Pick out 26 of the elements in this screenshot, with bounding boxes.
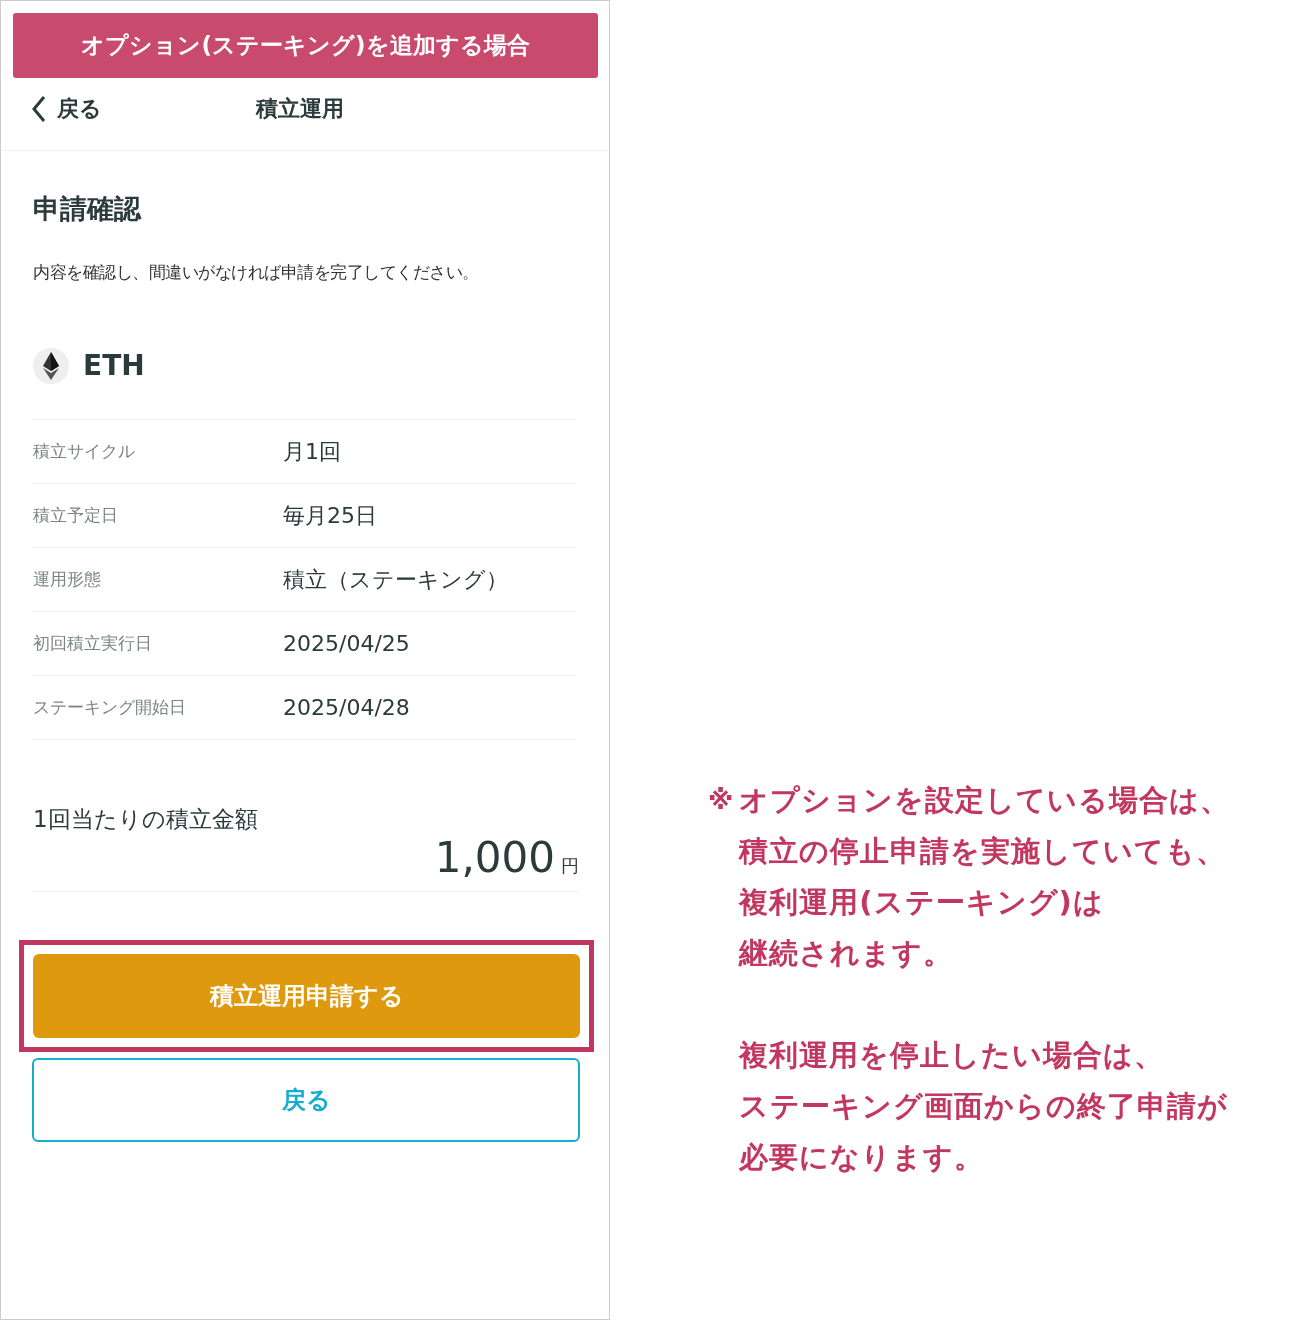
detail-label: 運用形態 — [33, 567, 102, 591]
amount-label: 1回当たりの積立金額 — [33, 805, 259, 834]
page-title: 積立運用 — [256, 95, 344, 123]
note-mark: ※ — [708, 784, 734, 817]
detail-value: 毎月25日 — [283, 502, 377, 530]
amount-unit: 円 — [561, 853, 579, 878]
detail-value: 積立（ステーキング） — [283, 566, 508, 594]
detail-label: 積立サイクル — [33, 439, 136, 463]
detail-label: 初回積立実行日 — [33, 631, 153, 655]
section-heading: 申請確認 — [33, 192, 143, 226]
note-text: 複利運用を停止したい場合は、 ステーキング画面からの終了申請が 必要になります。 — [739, 1037, 1230, 1176]
back-button[interactable]: 戻る — [32, 1057, 580, 1142]
detail-value: 2025/04/28 — [283, 694, 410, 722]
description: 内容を確認し、間違いがなければ申請を完了してください。 — [33, 260, 480, 284]
ethereum-icon — [33, 347, 69, 385]
back-button[interactable]: 戻る — [31, 92, 102, 125]
banner: オプション(ステーキング)を追加する場合 — [13, 13, 598, 78]
detail-label: ステーキング開始日 — [33, 695, 187, 719]
coin-name: ETH — [83, 348, 145, 384]
detail-value: 月1回 — [283, 438, 341, 466]
note-text: オプションを設定している場合は、 積立の停止申請を実施していても、 複利運用(ステーキング)は 継続されます。 — [739, 782, 1231, 972]
apply-button[interactable]: 積立運用申請する — [33, 953, 580, 1038]
back-icon — [31, 94, 47, 123]
amount-value: 1,000 — [434, 836, 555, 879]
detail-label: 積立予定日 — [33, 503, 119, 527]
detail-value: 2025/04/25 — [283, 630, 410, 658]
